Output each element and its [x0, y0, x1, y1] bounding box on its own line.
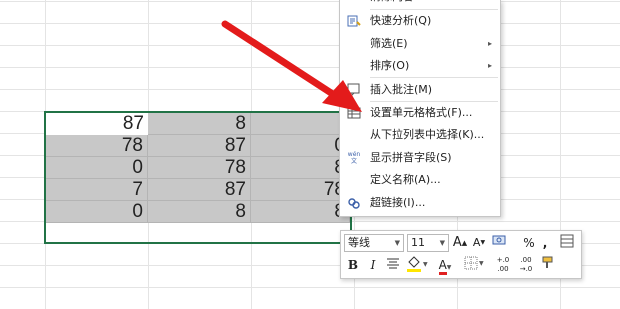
- menu-item-filter[interactable]: 筛选(E) ▸: [340, 33, 500, 55]
- cell-r3c2[interactable]: 78: [148, 157, 251, 179]
- svg-text:▼: ▼: [479, 260, 484, 267]
- percent-style-button[interactable]: %: [521, 234, 537, 252]
- menu-item-insert-comment[interactable]: 插入批注(M): [340, 79, 500, 101]
- decrease-decimal-button[interactable]: .00 →.0: [516, 256, 536, 274]
- cell-r4c2[interactable]: 87: [148, 179, 251, 201]
- cell-r2c2[interactable]: 87: [148, 135, 251, 157]
- menu-item-show-phonetic[interactable]: wén 文 显示拼音字段(S): [340, 147, 500, 169]
- submenu-arrow-icon: ▸: [487, 61, 492, 70]
- menu-item-label: 排序(O): [370, 59, 410, 72]
- grow-font-button[interactable]: A▲: [452, 234, 468, 252]
- cell-r1c1[interactable]: 87: [46, 113, 148, 135]
- format-painter-button[interactable]: [539, 256, 557, 274]
- menu-item-label: 设置单元格格式(F)...: [370, 106, 473, 119]
- borders-icon: ▼: [464, 256, 484, 270]
- increase-decimal-button[interactable]: +.0 .00: [493, 256, 513, 274]
- phonetic-icon: wén 文: [347, 151, 361, 165]
- cell-r1c3[interactable]: [251, 113, 350, 135]
- accounting-format-button[interactable]: [489, 234, 511, 252]
- cell-r4c3[interactable]: 78: [251, 179, 350, 201]
- menu-item-label: 插入批注(M): [370, 83, 433, 96]
- menu-item-label: 显示拼音字段(S): [370, 151, 452, 164]
- italic-button[interactable]: I: [365, 256, 381, 274]
- font-name-combo[interactable]: 等线 ▼: [344, 234, 404, 252]
- format-painter-table-button[interactable]: [558, 234, 576, 252]
- cell-r2c3[interactable]: 0: [251, 135, 350, 157]
- paintbrush-icon: [542, 256, 553, 268]
- grow-font-icon: A: [452, 235, 462, 250]
- align-center-icon: [387, 258, 399, 269]
- font-size-combo[interactable]: 11 ▼: [407, 234, 449, 252]
- menu-separator: [370, 77, 498, 78]
- format-cells-icon: [347, 106, 361, 120]
- cell-r2c1[interactable]: 78: [46, 135, 148, 157]
- comment-icon: [347, 83, 361, 98]
- cell-r5c2[interactable]: 8: [148, 201, 251, 223]
- menu-item-label: 快速分析(Q): [370, 14, 432, 27]
- menu-item-pick-from-list[interactable]: 从下拉列表中选择(K)...: [340, 124, 500, 146]
- borders-button[interactable]: ▼: [463, 256, 487, 274]
- cell-r3c1[interactable]: 0: [46, 157, 148, 179]
- menu-item-label: 超链接(I)...: [370, 196, 426, 209]
- shrink-font-button[interactable]: A▼: [471, 234, 487, 252]
- mini-toolbar: 等线 ▼ 11 ▼ A▲ A▼ % , B I ▼ A▼ ▼ +.0 .00 .…: [340, 230, 582, 279]
- link-icon: [347, 196, 361, 210]
- svg-text:▼: ▼: [423, 261, 428, 268]
- menu-item-label: 清除内容: [370, 0, 414, 8]
- menu-item-hyperlink[interactable]: 超链接(I)...: [340, 192, 500, 214]
- menu-item-clear-contents[interactable]: 清除内容: [340, 0, 500, 8]
- cell-r5c1[interactable]: 0: [46, 201, 148, 223]
- quick-analysis-icon: [347, 14, 361, 28]
- font-color-button[interactable]: A▼: [433, 256, 457, 275]
- chevron-down-icon: ▼: [439, 239, 445, 247]
- table-format-icon: [560, 234, 574, 248]
- decrease-decimal-icon: .00 →.0: [519, 256, 533, 273]
- font-size-value: 11: [411, 236, 425, 249]
- menu-item-define-name[interactable]: 定义名称(A)...: [340, 169, 500, 191]
- cell-r1c2[interactable]: 8: [148, 113, 251, 135]
- fill-color-button[interactable]: ▼: [405, 256, 429, 274]
- cell-r5c3[interactable]: 8: [251, 201, 350, 223]
- submenu-arrow-icon: ▸: [487, 39, 492, 48]
- bold-button[interactable]: B: [345, 256, 361, 274]
- chevron-down-icon: ▼: [394, 239, 400, 247]
- menu-item-label: 筛选(E): [370, 37, 408, 50]
- align-center-button[interactable]: [385, 256, 401, 274]
- fill-bucket-icon: ▼: [407, 256, 428, 272]
- menu-item-sort[interactable]: 排序(O) ▸: [340, 55, 500, 77]
- menu-item-quick-analysis[interactable]: 快速分析(Q): [340, 10, 500, 32]
- font-color-icon: A: [438, 259, 447, 275]
- font-name-value: 等线: [348, 236, 370, 249]
- menu-item-label: 从下拉列表中选择(K)...: [370, 128, 485, 141]
- menu-item-format-cells[interactable]: 设置单元格格式(F)...: [340, 102, 500, 124]
- menu-item-label: 定义名称(A)...: [370, 173, 441, 186]
- cell-r3c3[interactable]: 8: [251, 157, 350, 179]
- currency-format-icon: [492, 235, 506, 245]
- increase-decimal-icon: +.0 .00: [496, 256, 510, 273]
- context-menu: 清除内容 快速分析(Q) 筛选(E) ▸ 排序(O) ▸ 插入批注(M) 设置单…: [339, 0, 501, 217]
- cell-r4c1[interactable]: 7: [46, 179, 148, 201]
- comma-style-button[interactable]: ,: [540, 234, 550, 252]
